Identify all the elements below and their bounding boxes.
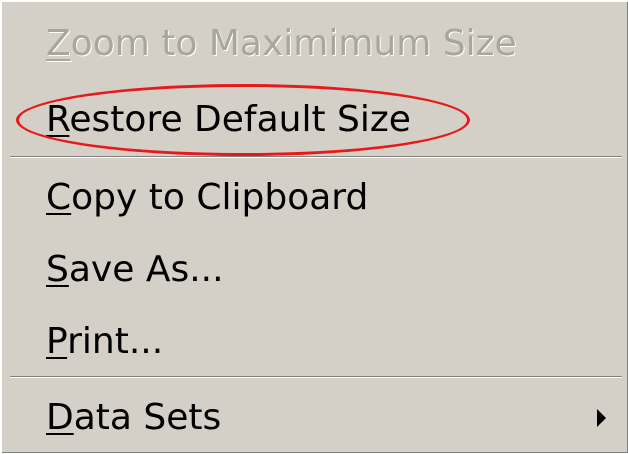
menu-item-zoom-to-maximum-size[interactable]: Zoom to Maximimum Size xyxy=(2,8,628,80)
context-menu: Zoom to Maximimum Size Restore Default S… xyxy=(0,0,628,453)
menu-separator xyxy=(10,376,622,378)
menu-item-label: Copy to Clipboard xyxy=(46,177,369,218)
menu-item-label: Print... xyxy=(46,321,164,362)
menu-item-data-sets[interactable]: Data Sets xyxy=(2,382,628,454)
menu-item-print[interactable]: Print... xyxy=(2,306,628,378)
menu-item-restore-default-size[interactable]: Restore Default Size xyxy=(2,84,628,156)
menu-item-label: Zoom to Maximimum Size xyxy=(46,23,517,64)
menu-item-label: Restore Default Size xyxy=(46,99,411,140)
menu-separator xyxy=(10,156,622,158)
menu-item-label: Data Sets xyxy=(46,397,222,438)
menu-item-label: Save As... xyxy=(46,249,224,290)
menu-item-save-as[interactable]: Save As... xyxy=(2,234,628,306)
menu-item-copy-to-clipboard[interactable]: Copy to Clipboard xyxy=(2,162,628,234)
submenu-arrow-icon xyxy=(597,409,606,427)
